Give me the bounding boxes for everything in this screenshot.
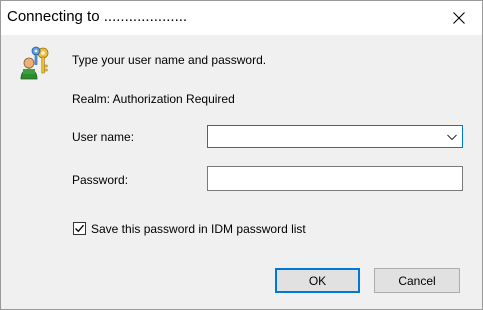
realm-text: Realm: Authorization Required [72,92,235,106]
password-input[interactable] [208,167,462,190]
chevron-down-icon[interactable] [446,132,458,142]
title-bar: Connecting to .................... [1,1,482,35]
cancel-button[interactable]: Cancel [374,268,460,293]
keys-user-icon [20,46,49,80]
close-button[interactable] [436,1,482,35]
prompt-message: Type your user name and password. [72,53,267,67]
login-dialog: Connecting to .................... Type … [0,0,483,310]
password-label: Password: [72,173,129,187]
username-input[interactable] [208,126,462,147]
password-field[interactable] [207,166,463,191]
ok-button[interactable]: OK [275,268,360,293]
close-icon [453,12,465,24]
checkmark-icon [75,224,84,233]
window-title: Connecting to .................... [7,8,188,25]
save-password-checkbox[interactable] [73,222,86,235]
save-password-label[interactable]: Save this password in IDM password list [91,222,306,236]
username-label: User name: [72,130,135,144]
username-combobox[interactable] [207,125,463,148]
